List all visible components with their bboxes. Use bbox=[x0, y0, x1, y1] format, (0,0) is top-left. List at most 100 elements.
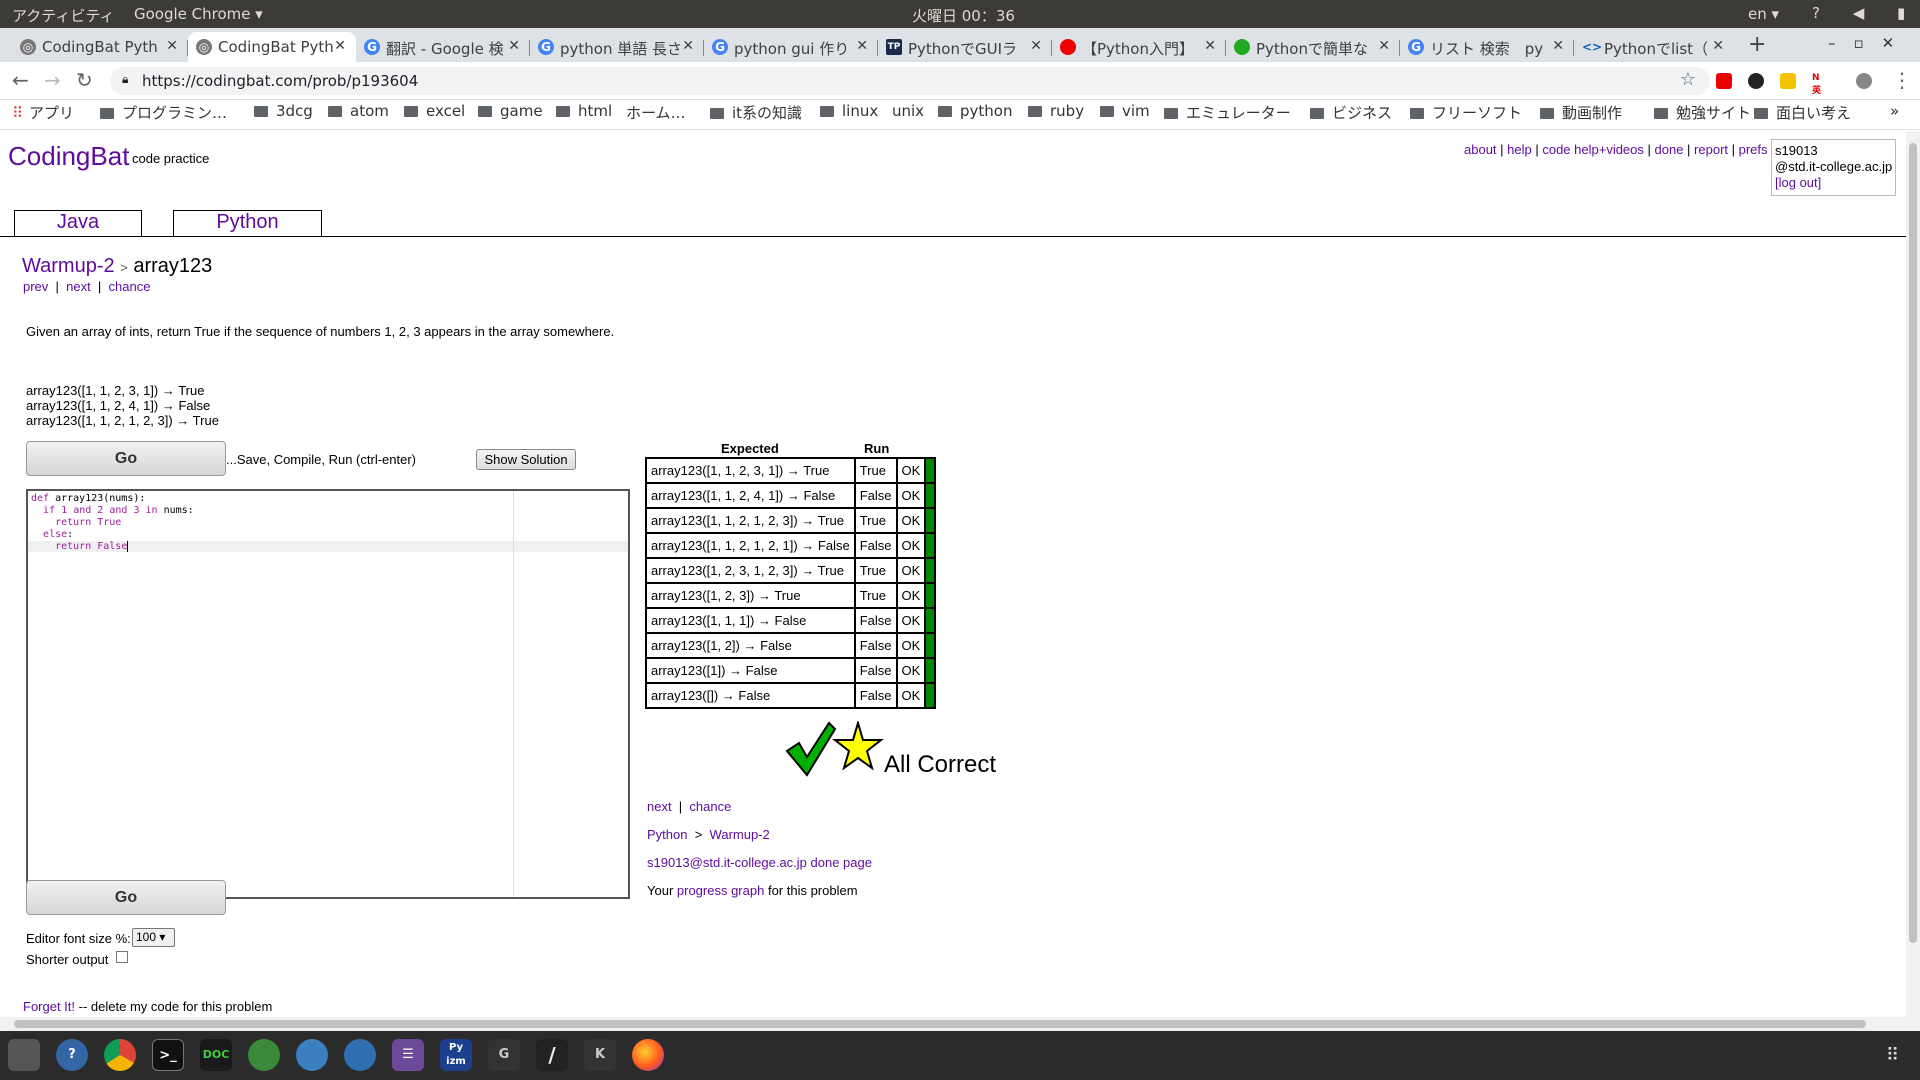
code-editor[interactable]: def array123(nums): if 1 and 2 and 3 in … bbox=[26, 489, 630, 899]
terminal-icon[interactable]: >_ bbox=[152, 1039, 184, 1071]
back-icon[interactable]: ← bbox=[12, 68, 29, 92]
browser-tab[interactable]: G 翻訳 - Google 検 ✕ bbox=[356, 32, 530, 62]
slash-icon[interactable]: / bbox=[536, 1039, 568, 1071]
bookmark-link[interactable]: ホーム… bbox=[626, 102, 686, 123]
app-icon[interactable] bbox=[248, 1039, 280, 1071]
go-button-bottom[interactable]: Go bbox=[26, 880, 226, 915]
translate-ext-icon[interactable]: N英 bbox=[1812, 73, 1828, 96]
browser-tab[interactable]: Pythonで簡単な ✕ bbox=[1226, 32, 1400, 62]
forward-icon[interactable]: → bbox=[44, 68, 61, 92]
close-icon[interactable]: ✕ bbox=[1552, 38, 1564, 54]
forget-link[interactable]: Forget It! bbox=[23, 999, 75, 1014]
show-solution-button[interactable]: Show Solution bbox=[476, 449, 576, 470]
chat-ext-icon[interactable] bbox=[1748, 73, 1764, 89]
menu-kebab-icon[interactable]: ⋮ bbox=[1892, 68, 1912, 92]
bookmark-folder[interactable]: python bbox=[938, 102, 1012, 120]
bookmark-folder[interactable]: excel bbox=[404, 102, 465, 120]
browser-tab[interactable]: ◎ CodingBat Pyth ✕ bbox=[12, 32, 188, 62]
browser-tab[interactable]: Gpython 単語 長さ ✕ bbox=[530, 32, 704, 62]
close-icon[interactable]: ✕ bbox=[1030, 38, 1042, 54]
next-link-bottom[interactable]: next bbox=[647, 799, 672, 814]
reload-icon[interactable]: ↻ bbox=[76, 68, 93, 92]
tab-python[interactable]: Python bbox=[173, 210, 322, 236]
browser-tab[interactable]: <> Pythonでlist（ ✕ bbox=[1574, 32, 1734, 62]
bookmark-folder[interactable]: フリーソフト bbox=[1410, 102, 1522, 123]
about-link[interactable]: about bbox=[1464, 142, 1497, 157]
browser-tab[interactable]: Gpython gui 作り ✕ bbox=[704, 32, 878, 62]
bookmarks-overflow-icon[interactable]: » bbox=[1890, 102, 1899, 120]
close-icon[interactable]: ✕ bbox=[856, 38, 868, 54]
vertical-scrollbar[interactable] bbox=[1906, 131, 1920, 1031]
show-apps-icon[interactable]: ⠿ bbox=[1886, 1045, 1906, 1066]
bookmark-apps[interactable]: ⠿ アプリ bbox=[12, 102, 74, 123]
browser-tab[interactable]: TP PythonでGUIラ ✕ bbox=[878, 32, 1052, 62]
prev-link[interactable]: prev bbox=[23, 279, 48, 294]
breadcrumb-section[interactable]: Warmup-2 bbox=[22, 255, 115, 277]
g-icon[interactable]: G bbox=[488, 1039, 520, 1071]
go-button[interactable]: Go bbox=[26, 441, 226, 476]
activities-button[interactable]: アクティビティ bbox=[12, 5, 114, 26]
chance-link-bottom[interactable]: chance bbox=[689, 799, 731, 814]
edge-icon[interactable] bbox=[296, 1039, 328, 1071]
report-link[interactable]: report bbox=[1694, 142, 1728, 157]
shorter-output-checkbox[interactable] bbox=[116, 951, 128, 963]
avatar[interactable] bbox=[1856, 73, 1872, 89]
bookmark-link[interactable]: unix bbox=[892, 102, 924, 120]
k-icon[interactable]: K bbox=[584, 1039, 616, 1071]
bookmark-folder[interactable]: vim bbox=[1100, 102, 1150, 120]
close-icon[interactable]: ✕ bbox=[166, 38, 178, 54]
new-tab-button[interactable]: + bbox=[1748, 32, 1766, 57]
clock[interactable]: 火曜日 00：36 bbox=[912, 5, 1015, 26]
bookmark-folder[interactable]: 3dcg bbox=[254, 102, 313, 120]
close-icon[interactable]: ✕ bbox=[1204, 38, 1216, 54]
bookmark-folder[interactable]: ビジネス bbox=[1310, 102, 1392, 123]
bookmark-folder[interactable]: エミュレーター bbox=[1164, 102, 1291, 123]
pyizm-icon[interactable]: Py izm bbox=[440, 1039, 472, 1071]
font-size-select[interactable]: 100 ▾ bbox=[132, 928, 175, 947]
site-logo[interactable]: CodingBat bbox=[8, 141, 129, 172]
close-icon[interactable]: ✕ bbox=[334, 38, 346, 54]
close-icon[interactable]: ✕ bbox=[1712, 38, 1724, 54]
bookmark-folder[interactable]: linux bbox=[820, 102, 878, 120]
horizontal-scrollbar[interactable] bbox=[0, 1017, 1906, 1031]
bookmark-folder[interactable]: 面白い考え bbox=[1754, 102, 1851, 123]
bookmark-folder[interactable]: game bbox=[478, 102, 543, 120]
app-menu[interactable]: Google Chrome ▾ bbox=[134, 5, 263, 23]
browser-tab-active[interactable]: ◎ CodingBat Pyth ✕ bbox=[188, 32, 356, 62]
bookmark-folder[interactable]: 動画制作 bbox=[1540, 102, 1622, 123]
tab-java[interactable]: Java bbox=[14, 210, 142, 236]
chrome-icon[interactable] bbox=[104, 1039, 136, 1071]
browser-tab[interactable]: G リスト 検索 py ✕ bbox=[1400, 32, 1574, 62]
code-help-link[interactable]: code help+videos bbox=[1542, 142, 1644, 157]
yellow-ext-icon[interactable] bbox=[1780, 73, 1796, 89]
progress-graph-link[interactable]: progress graph bbox=[677, 883, 764, 898]
close-icon[interactable]: ✕ bbox=[682, 38, 694, 54]
browser-tab[interactable]: 【Python入門】 ✕ bbox=[1052, 32, 1226, 62]
chance-link[interactable]: chance bbox=[109, 279, 151, 294]
done-link[interactable]: done bbox=[1655, 142, 1684, 157]
input-language[interactable]: en ▾ bbox=[1748, 5, 1779, 23]
warmup2-link[interactable]: Warmup-2 bbox=[710, 827, 770, 842]
bookmark-folder[interactable]: atom bbox=[328, 102, 389, 120]
bookmark-folder[interactable]: html bbox=[556, 102, 612, 120]
close-icon[interactable]: ✕ bbox=[508, 38, 520, 54]
help-icon[interactable]: ? bbox=[56, 1039, 88, 1071]
bookmark-folder[interactable]: it系の知識 bbox=[710, 102, 802, 123]
prefs-link[interactable]: prefs bbox=[1739, 142, 1768, 157]
python-link[interactable]: Python bbox=[647, 827, 687, 842]
next-link[interactable]: next bbox=[66, 279, 91, 294]
address-bar[interactable]: 🔒︎ https://codingbat.com/prob/p193604 ☆ bbox=[110, 67, 1710, 95]
youtube-ext-icon[interactable] bbox=[1716, 73, 1732, 89]
bookmark-folder[interactable]: プログラミン… bbox=[100, 102, 227, 123]
text-editor-icon[interactable]: ☰ bbox=[392, 1039, 424, 1071]
files-icon[interactable] bbox=[8, 1039, 40, 1071]
edge-icon-2[interactable] bbox=[344, 1039, 376, 1071]
logout-link[interactable]: [log out] bbox=[1775, 175, 1821, 190]
bookmark-star-icon[interactable]: ☆ bbox=[1680, 69, 1696, 90]
hscroll-thumb[interactable] bbox=[14, 1020, 1866, 1028]
doc-icon[interactable]: DOC bbox=[200, 1039, 232, 1071]
done-page-link[interactable]: s19013@std.it-college.ac.jp done page bbox=[647, 855, 872, 870]
bookmark-folder[interactable]: 勉強サイト bbox=[1654, 102, 1751, 123]
bookmark-folder[interactable]: ruby bbox=[1028, 102, 1084, 120]
close-icon[interactable]: ✕ bbox=[1378, 38, 1390, 54]
